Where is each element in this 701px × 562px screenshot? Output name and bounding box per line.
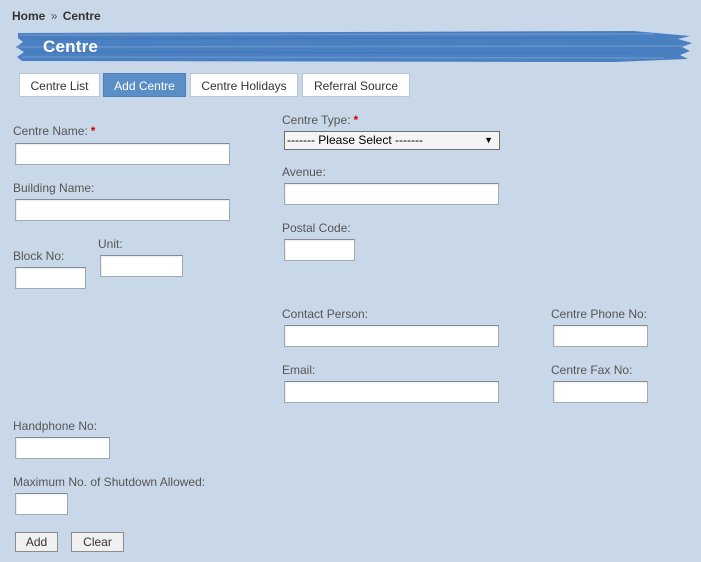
contact-person-input[interactable]	[284, 325, 499, 347]
postal-code-label: Postal Code:	[282, 221, 351, 235]
centre-fax-label: Centre Fax No:	[551, 363, 633, 377]
breadcrumb-current: Centre	[62, 9, 101, 23]
required-marker: *	[353, 113, 359, 127]
email-label: Email:	[282, 363, 316, 377]
centre-phone-label: Centre Phone No:	[551, 307, 648, 321]
block-no-label: Block No:	[13, 249, 65, 263]
title-banner	[15, 31, 692, 62]
unit-label: Unit:	[98, 237, 123, 251]
centre-fax-input[interactable]	[553, 381, 648, 403]
centre-type-label: Centre Type: *	[282, 113, 359, 127]
dropdown-arrow-icon: ▼	[484, 135, 493, 145]
page-title: Centre	[43, 37, 99, 56]
unit-input[interactable]	[100, 255, 183, 277]
handphone-input[interactable]	[15, 437, 110, 459]
tab-referral-source[interactable]: Referral Source	[302, 73, 410, 97]
required-marker: *	[90, 124, 96, 138]
centre-name-input[interactable]	[15, 143, 230, 165]
avenue-input[interactable]	[284, 183, 499, 205]
building-name-label: Building Name:	[13, 181, 95, 195]
block-no-input[interactable]	[15, 267, 86, 289]
building-name-input[interactable]	[15, 199, 230, 221]
centre-type-selected: ------- Please Select -------	[287, 133, 423, 147]
postal-code-input[interactable]	[284, 239, 355, 261]
clear-button[interactable]: Clear	[71, 532, 124, 552]
centre-name-label: Centre Name: *	[13, 124, 96, 138]
breadcrumb: Home » Centre	[12, 9, 101, 23]
max-shutdown-input[interactable]	[15, 493, 68, 515]
contact-person-label: Contact Person:	[282, 307, 369, 321]
avenue-label: Avenue:	[282, 165, 326, 179]
tab-add-centre[interactable]: Add Centre	[103, 73, 186, 97]
centre-type-select[interactable]: ------- Please Select ------- ▼	[284, 131, 500, 150]
max-shutdown-label: Maximum No. of Shutdown Allowed:	[13, 475, 206, 489]
breadcrumb-separator: »	[50, 9, 58, 23]
breadcrumb-home-link[interactable]: Home	[12, 9, 45, 23]
handphone-label: Handphone No:	[13, 419, 98, 433]
email-input[interactable]	[284, 381, 499, 403]
add-button[interactable]: Add	[15, 532, 58, 552]
centre-phone-input[interactable]	[553, 325, 648, 347]
tab-centre-list[interactable]: Centre List	[19, 73, 100, 97]
tab-centre-holidays[interactable]: Centre Holidays	[190, 73, 298, 97]
